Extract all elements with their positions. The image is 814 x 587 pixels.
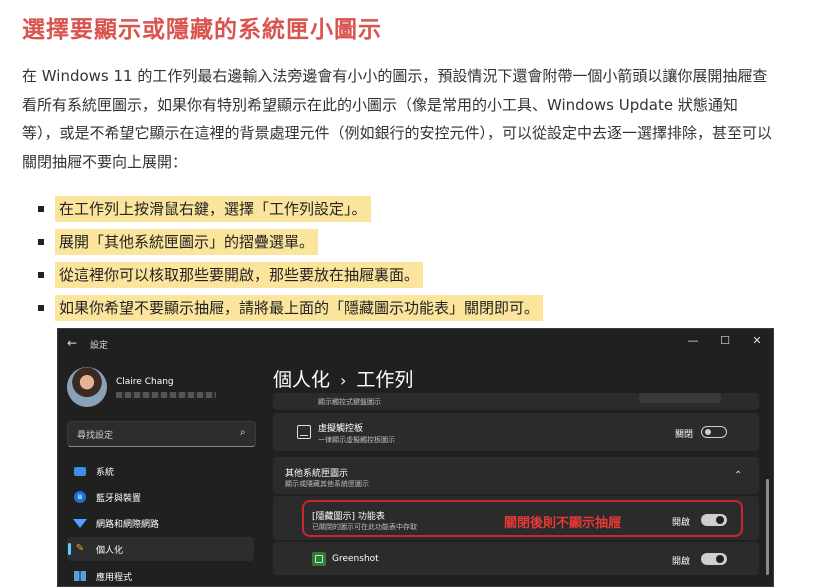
row-title: 虛擬觸控板 (318, 424, 364, 434)
minimize-icon[interactable]: — (678, 334, 708, 347)
step-text: 在工作列上按滑鼠右鍵，選擇「工作列設定」。 (55, 196, 371, 222)
active-indicator (68, 543, 71, 555)
sidebar-item-system[interactable]: 系統 (67, 459, 254, 483)
sidebar-item-apps[interactable]: 應用程式 (67, 564, 254, 586)
greenshot-icon (312, 552, 326, 566)
page-title: 工作列 (356, 369, 414, 391)
greenshot-toggle[interactable] (701, 553, 727, 565)
sidebar-item-label: 系統 (96, 468, 115, 478)
chevron-up-icon[interactable]: ⌃ (734, 470, 742, 481)
list-item: 展開「其他系統匣圖示」的摺疊選單。 (0, 229, 814, 262)
settings-window-screenshot: ← 設定 — ☐ ✕ Claire Chang 尋找設定 ⌕ 系統 ʙ 藍牙與裝… (57, 328, 774, 587)
sidebar-item-label: 個人化 (96, 546, 124, 556)
avatar[interactable] (67, 367, 107, 407)
dropdown[interactable] (639, 393, 721, 403)
user-name: Claire Chang (116, 377, 174, 387)
toggle-state-label: 開啟 (672, 557, 691, 567)
greenshot-row[interactable]: Greenshot 開啟 (273, 542, 759, 575)
brush-icon: ✎ (75, 543, 85, 554)
article-title: 選擇要顯示或隱藏的系統匣小圖示 (22, 17, 382, 43)
sidebar-item-label: 應用程式 (96, 573, 133, 583)
search-input[interactable]: 尋找設定 ⌕ (67, 421, 256, 447)
step-text: 展開「其他系統匣圖示」的摺疊選單。 (55, 229, 319, 255)
toggle-state-label: 關閉 (675, 430, 694, 440)
bullet-icon (38, 305, 44, 311)
steps-list: 在工作列上按滑鼠右鍵，選擇「工作列設定」。 展開「其他系統匣圖示」的摺疊選單。 … (0, 196, 814, 328)
section-subtitle: 顯示或隱藏其他系統匣圖示 (285, 480, 369, 488)
monitor-icon (74, 467, 86, 476)
breadcrumb-parent[interactable]: 個人化 (273, 369, 330, 391)
maximize-icon[interactable]: ☐ (710, 334, 740, 347)
section-title: 其他系統匣圖示 (285, 469, 349, 479)
wifi-icon (73, 519, 87, 528)
sidebar-item-network[interactable]: 網路和網際網路 (67, 511, 254, 535)
bullet-icon (38, 206, 44, 212)
article-intro: 在 Windows 11 的工作列最右邊輸入法旁邊會有小小的圖示，預設情況下還會… (22, 67, 773, 171)
window-title: 設定 (90, 341, 109, 351)
list-item: 在工作列上按滑鼠右鍵，選擇「工作列設定」。 (0, 196, 814, 229)
row-subtitle: 顯示觸控式鍵盤圖示 (318, 398, 381, 406)
virtual-touchpad-toggle[interactable] (701, 426, 727, 438)
breadcrumb: 個人化 › 工作列 (273, 365, 413, 392)
annotation-text: 關閉後則不顯示抽屜 (504, 516, 622, 531)
sidebar-item-personalization[interactable]: ✎ 個人化 (67, 537, 254, 561)
row-title: Greenshot (332, 554, 379, 564)
scrollbar[interactable] (766, 479, 769, 575)
toggle-knob (705, 429, 711, 435)
row-subtitle: 一律顯示虛擬觸控板圖示 (318, 436, 395, 444)
step-text: 從這裡你可以核取那些要開啟，那些要放在抽屜裏面。 (55, 262, 424, 288)
list-item: 如果你希望不要顯示抽屜，請將最上面的「隱藏圖示功能表」關閉即可。 (0, 295, 814, 328)
bullet-icon (38, 239, 44, 245)
touch-keyboard-row[interactable]: 顯示觸控式鍵盤圖示 (273, 393, 759, 410)
apps-icon (74, 571, 86, 581)
search-icon[interactable]: ⌕ (240, 427, 246, 438)
search-placeholder: 尋找設定 (77, 431, 114, 441)
close-icon[interactable]: ✕ (742, 334, 772, 347)
other-tray-icons-header[interactable]: 其他系統匣圖示 顯示或隱藏其他系統匣圖示 ⌃ (273, 457, 759, 494)
bluetooth-icon: ʙ (74, 491, 86, 503)
step-text: 如果你希望不要顯示抽屜，請將最上面的「隱藏圖示功能表」關閉即可。 (55, 295, 544, 321)
virtual-touchpad-row[interactable]: 虛擬觸控板 一律顯示虛擬觸控板圖示 關閉 (273, 413, 759, 451)
back-arrow-icon[interactable]: ← (67, 336, 77, 350)
toggle-knob (716, 555, 724, 563)
sidebar-item-bluetooth[interactable]: ʙ 藍牙與裝置 (67, 485, 254, 509)
user-email-redacted (116, 392, 216, 398)
sidebar-item-label: 網路和網際網路 (96, 520, 160, 530)
breadcrumb-separator-icon: › (340, 371, 347, 390)
title-bar: ← 設定 — ☐ ✕ (58, 329, 773, 359)
bullet-icon (38, 272, 44, 278)
touchpad-icon (297, 425, 311, 439)
list-item: 從這裡你可以核取那些要開啟，那些要放在抽屜裏面。 (0, 262, 814, 295)
sidebar-item-label: 藍牙與裝置 (96, 494, 142, 504)
